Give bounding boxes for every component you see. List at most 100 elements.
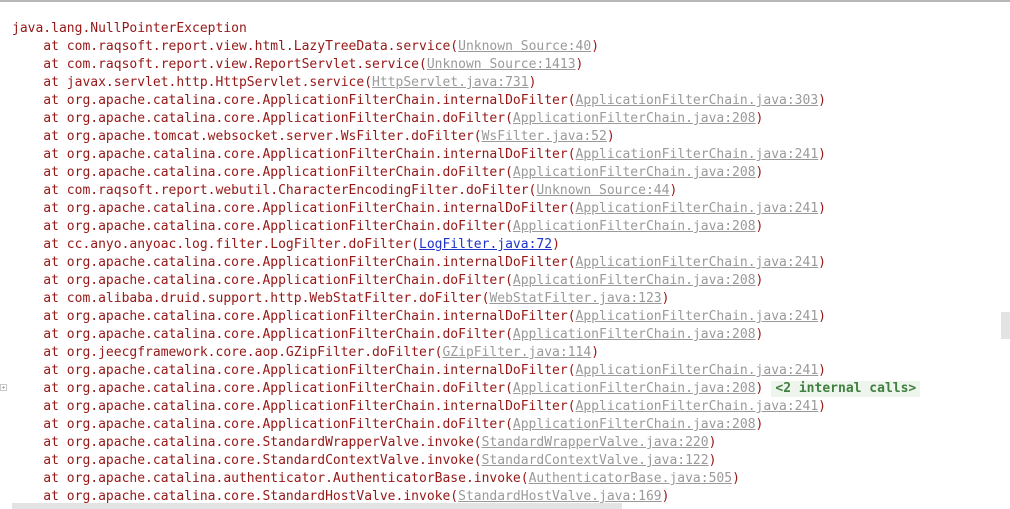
source-link[interactable]: Unknown Source:1413 (427, 57, 576, 72)
stack-frame-line: at org.apache.catalina.core.ApplicationF… (12, 416, 1002, 434)
close-paren: ) (591, 345, 600, 360)
source-link[interactable]: ApplicationFilterChain.java:208 (513, 165, 756, 180)
source-link[interactable]: Unknown Source:44 (536, 183, 669, 198)
close-paren: ) (661, 291, 670, 306)
stack-frame-method: at org.apache.catalina.core.ApplicationF… (12, 381, 513, 396)
close-paren: ) (755, 381, 764, 396)
stack-frame-method: at com.raqsoft.report.webutil.CharacterE… (12, 183, 537, 198)
stack-frame-line: at org.apache.catalina.core.StandardCont… (12, 452, 1002, 470)
internal-calls-fold[interactable]: <2 internal calls> (771, 381, 921, 397)
expand-plus-icon[interactable] (0, 384, 7, 391)
stack-frame-line: at org.apache.catalina.core.ApplicationF… (12, 380, 1002, 398)
close-paren: ) (708, 453, 717, 468)
close-paren: ) (708, 435, 717, 450)
close-paren: ) (732, 471, 740, 486)
stack-frame-line: at org.apache.catalina.core.ApplicationF… (12, 110, 1002, 128)
source-link[interactable]: ApplicationFilterChain.java:303 (576, 93, 819, 108)
stack-frame-line: at org.apache.catalina.core.ApplicationF… (12, 146, 1002, 164)
stack-frame-method: at org.apache.catalina.core.ApplicationF… (12, 363, 576, 378)
stack-frame-method: at org.apache.catalina.core.ApplicationF… (12, 165, 513, 180)
stack-frame-method: at org.apache.catalina.core.ApplicationF… (12, 255, 576, 270)
vertical-scrollbar-thumb[interactable] (1001, 312, 1010, 339)
source-link[interactable]: StandardContextValve.java:122 (482, 453, 709, 468)
panel-top-border (0, 0, 1010, 2)
close-paren: ) (818, 255, 826, 270)
stack-frame-method: at org.apache.catalina.core.StandardCont… (12, 453, 482, 468)
source-link[interactable]: AuthenticatorBase.java:505 (529, 471, 733, 486)
source-link[interactable]: ApplicationFilterChain.java:241 (576, 363, 819, 378)
close-paren: ) (575, 57, 584, 72)
stack-frame-line: at com.alibaba.druid.support.http.WebSta… (12, 290, 1002, 308)
stack-frame-method: at cc.anyo.anyoac.log.filter.LogFilter.d… (12, 237, 419, 252)
close-paren: ) (606, 129, 615, 144)
stack-frame-line: at org.apache.catalina.core.StandardWrap… (12, 434, 1002, 452)
source-link[interactable]: Unknown Source:40 (458, 39, 591, 54)
close-paren: ) (552, 237, 560, 252)
source-link[interactable]: StandardWrapperValve.java:220 (482, 435, 709, 450)
stack-frame-line: at com.raqsoft.report.webutil.CharacterE… (12, 182, 1002, 200)
stack-frame-line: at org.apache.catalina.core.ApplicationF… (12, 164, 1002, 182)
stack-frame-line: at javax.servlet.http.HttpServlet.servic… (12, 74, 1002, 92)
source-link[interactable]: ApplicationFilterChain.java:241 (576, 399, 819, 414)
close-paren: ) (591, 39, 600, 54)
close-paren: ) (818, 93, 826, 108)
close-paren: ) (755, 165, 764, 180)
stack-frame-line: at com.raqsoft.report.view.ReportServlet… (12, 56, 1002, 74)
close-paren: ) (755, 111, 764, 126)
stack-frame-method: at org.apache.catalina.core.ApplicationF… (12, 309, 576, 324)
stack-frame-line: at org.apache.tomcat.websocket.server.Ws… (12, 128, 1002, 146)
close-paren: ) (755, 417, 764, 432)
stack-frame-method: at com.raqsoft.report.view.html.LazyTree… (12, 39, 459, 54)
source-link[interactable]: ApplicationFilterChain.java:241 (576, 201, 819, 216)
horizontal-scrollbar-thumb[interactable] (12, 503, 622, 509)
close-paren: ) (528, 75, 537, 90)
source-link[interactable]: HttpServlet.java:731 (372, 75, 529, 90)
stack-frame-method: at com.raqsoft.report.view.ReportServlet… (12, 57, 427, 72)
stack-frame-line: at org.apache.catalina.core.ApplicationF… (12, 200, 1002, 218)
source-link[interactable]: ApplicationFilterChain.java:208 (513, 381, 756, 396)
close-paren: ) (818, 201, 826, 216)
source-link[interactable]: ApplicationFilterChain.java:208 (513, 219, 756, 234)
source-link[interactable]: LogFilter.java:72 (419, 237, 552, 252)
close-paren: ) (818, 399, 826, 414)
stack-frame-line: at org.apache.catalina.core.ApplicationF… (12, 326, 1002, 344)
source-link[interactable]: StandardHostValve.java:169 (458, 489, 662, 504)
exception-title: java.lang.NullPointerException (12, 21, 247, 36)
stack-frame-method: at org.apache.catalina.core.ApplicationF… (12, 147, 576, 162)
stack-frame-method: at javax.servlet.http.HttpServlet.servic… (12, 75, 373, 90)
stack-frame-method: at org.apache.tomcat.websocket.server.Ws… (12, 129, 482, 144)
stack-frame-line: at org.apache.catalina.core.ApplicationF… (12, 218, 1002, 236)
stack-frame-method: at org.apache.catalina.core.ApplicationF… (12, 273, 513, 288)
source-link[interactable]: ApplicationFilterChain.java:208 (513, 273, 756, 288)
source-link[interactable]: ApplicationFilterChain.java:241 (576, 309, 819, 324)
stack-frame-method: at org.apache.catalina.core.StandardHost… (12, 489, 459, 504)
source-link[interactable]: ApplicationFilterChain.java:208 (513, 111, 756, 126)
stack-frame-method: at org.jeecgframework.core.aop.GZipFilte… (12, 345, 443, 360)
source-link[interactable]: WsFilter.java:52 (482, 129, 607, 144)
stack-frame-method: at org.apache.catalina.core.ApplicationF… (12, 219, 513, 234)
stack-frame-line: at org.jeecgframework.core.aop.GZipFilte… (12, 344, 1002, 362)
close-paren: ) (755, 327, 764, 342)
stack-frame-method: at org.apache.catalina.core.ApplicationF… (12, 399, 576, 414)
close-paren: ) (755, 273, 764, 288)
close-paren: ) (818, 309, 826, 324)
source-link[interactable]: GZipFilter.java:114 (442, 345, 591, 360)
source-link[interactable]: WebStatFilter.java:123 (489, 291, 661, 306)
stack-frame-method: at org.apache.catalina.core.ApplicationF… (12, 417, 513, 432)
stack-frame-line: at org.apache.catalina.core.ApplicationF… (12, 308, 1002, 326)
stack-frame-line: at org.apache.catalina.core.ApplicationF… (12, 92, 1002, 110)
source-link[interactable]: ApplicationFilterChain.java:208 (513, 327, 756, 342)
stack-frame-line: at org.apache.catalina.core.ApplicationF… (12, 272, 1002, 290)
stack-frame-line: at cc.anyo.anyoac.log.filter.LogFilter.d… (12, 236, 1002, 254)
close-paren: ) (755, 219, 764, 234)
stack-frame-method: at org.apache.catalina.core.ApplicationF… (12, 93, 576, 108)
close-paren: ) (661, 489, 670, 504)
source-link[interactable]: ApplicationFilterChain.java:241 (576, 147, 819, 162)
source-link[interactable]: ApplicationFilterChain.java:208 (513, 417, 756, 432)
stack-frame-method: at org.apache.catalina.core.StandardWrap… (12, 435, 482, 450)
source-link[interactable]: ApplicationFilterChain.java:241 (576, 255, 819, 270)
stack-frame-method: at org.apache.catalina.core.ApplicationF… (12, 327, 513, 342)
stack-frame-method: at org.apache.catalina.core.ApplicationF… (12, 201, 576, 216)
stack-frame-method: at org.apache.catalina.core.ApplicationF… (12, 111, 513, 126)
console-output[interactable]: java.lang.NullPointerException at com.ra… (12, 20, 1002, 506)
